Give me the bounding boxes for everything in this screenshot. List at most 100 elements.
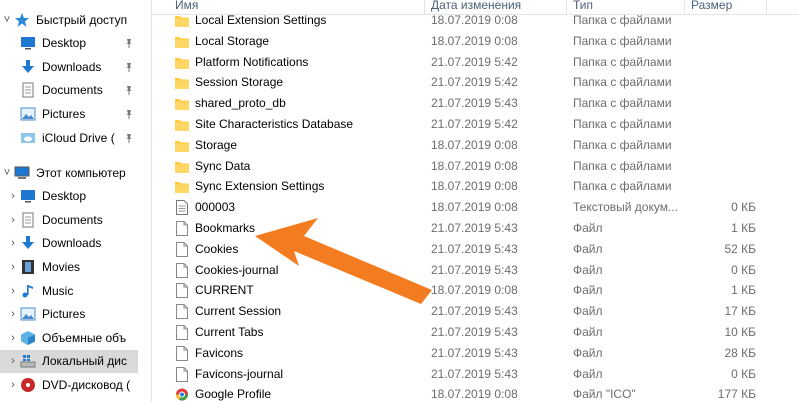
file-type: Файл <box>573 283 603 298</box>
nav-item[interactable]: › Desktop <box>0 185 138 208</box>
file-type: Папка с файлами <box>573 179 672 194</box>
file-type: Файл <box>573 366 603 381</box>
file-row[interactable]: shared_proto_db 21.07.2019 5:43 Папка с фа… <box>152 93 799 114</box>
documents-icon <box>20 212 36 228</box>
file-date: 18.07.2019 0:08 <box>431 283 518 298</box>
nav-item[interactable]: › DVD-дисковод ( <box>0 373 138 396</box>
file-row[interactable]: Platform Notifications 21.07.2019 5:42 Пап… <box>152 52 799 73</box>
file-row[interactable]: Bookmarks 21.07.2019 5:43 Файл 1 КБ <box>152 218 799 239</box>
file-date: 21.07.2019 5:43 <box>431 345 518 360</box>
file-type: Папка с файлами <box>573 75 672 90</box>
file-name: Favicons <box>195 345 244 360</box>
file-name: Current Tabs <box>195 325 264 339</box>
nav-item[interactable]: Downloads <box>0 55 138 78</box>
file-row[interactable]: Sync Extension Settings 18.07.2019 0:08 Па… <box>152 176 799 197</box>
file-name: Cookies-journal <box>195 262 279 277</box>
chevron-icon[interactable]: › <box>6 379 20 391</box>
nav-item-label: Desktop <box>42 36 87 51</box>
nav-item[interactable]: › Объемные объ <box>0 326 138 349</box>
folder-icon <box>175 75 189 90</box>
file-icon <box>175 262 189 278</box>
nav-item[interactable]: › Music <box>0 279 138 302</box>
pictures-icon <box>20 306 36 322</box>
nav-item[interactable]: ˅ Этот компьютер <box>0 161 138 184</box>
file-type: Папка с файлами <box>573 158 672 173</box>
nav-item[interactable]: Desktop <box>0 32 138 55</box>
file-row[interactable]: Cookies-journal 21.07.2019 5:43 Файл 0 КБ <box>152 260 799 281</box>
file-type: Файл <box>573 345 603 360</box>
star-icon <box>14 12 30 28</box>
chevron-icon[interactable]: › <box>6 190 20 202</box>
nav-item[interactable]: › Pictures <box>0 303 138 326</box>
file-row[interactable]: CURRENT 18.07.2019 0:08 Файл 1 КБ <box>152 280 799 301</box>
file-size: 0 КБ <box>731 262 756 277</box>
file-type: Файл <box>573 241 603 256</box>
file-type: Папка с файлами <box>573 117 672 131</box>
file-name: Site Characteristics Database <box>195 117 354 131</box>
file-date: 18.07.2019 0:08 <box>431 200 518 215</box>
file-date: 18.07.2019 0:08 <box>431 13 518 27</box>
file-name: Local Storage <box>195 33 270 48</box>
file-row[interactable]: Site Characteristics Database 21.07.2019 … <box>152 114 799 135</box>
file-size: 52 КБ <box>724 241 756 256</box>
chevron-icon[interactable]: › <box>6 285 20 297</box>
file-row[interactable]: Favicons 21.07.2019 5:43 Файл 28 КБ <box>152 343 799 364</box>
nav-item[interactable]: Pictures <box>0 102 138 125</box>
file-size: 28 КБ <box>724 345 756 360</box>
pin-icon <box>124 38 138 49</box>
file-row[interactable]: Cookies 21.07.2019 5:43 Файл 52 КБ <box>152 239 799 260</box>
file-date: 18.07.2019 0:08 <box>431 33 518 48</box>
file-name: Current Session <box>195 304 282 319</box>
chevron-icon[interactable]: › <box>6 237 20 249</box>
ico-file-icon <box>175 387 189 402</box>
nav-item[interactable]: › Локальный дис <box>0 349 138 373</box>
nav-item-label: Этот компьютер <box>36 165 126 180</box>
nav-item[interactable]: › Documents <box>0 208 138 231</box>
file-date: 18.07.2019 0:08 <box>431 387 518 402</box>
dvd-drive-icon <box>20 377 36 393</box>
file-name: 000003 <box>195 200 236 215</box>
nav-item[interactable]: › Movies <box>0 255 138 278</box>
file-name: Storage <box>195 137 238 152</box>
file-row[interactable]: Session Storage 21.07.2019 5:42 Папка с фа… <box>152 72 799 93</box>
file-row[interactable]: 000003 18.07.2019 0:08 Текстовый докум... 0… <box>152 197 799 218</box>
file-name: Favicons-journal <box>195 366 284 381</box>
folder-icon <box>175 159 189 174</box>
nav-item[interactable]: ˅ Быстрый доступ <box>0 8 138 31</box>
file-row[interactable]: Current Tabs 21.07.2019 5:43 Файл 10 КБ <box>152 322 799 343</box>
chevron-icon[interactable]: › <box>6 332 20 344</box>
file-row[interactable]: Favicons-journal 21.07.2019 5:43 Файл 0 КБ <box>152 364 799 385</box>
file-date: 21.07.2019 5:42 <box>431 54 518 69</box>
nav-item-label: DVD-дисковод ( <box>42 377 131 392</box>
nav-item[interactable]: › Downloads <box>0 232 138 255</box>
file-row[interactable]: Sync Data 18.07.2019 0:08 Папка с файлами <box>152 156 799 177</box>
file-row[interactable]: Current Session 21.07.2019 5:43 Файл 17 КБ <box>152 301 799 322</box>
pin-icon <box>124 85 138 96</box>
file-name: Bookmarks <box>195 221 256 235</box>
file-size: 10 КБ <box>724 325 756 339</box>
music-icon <box>20 283 36 299</box>
chevron-icon[interactable]: › <box>6 355 20 367</box>
file-size: 177 КБ <box>717 387 756 402</box>
nav-item-label: Movies <box>42 259 81 274</box>
folder-icon <box>175 179 189 194</box>
chevron-icon[interactable]: › <box>6 261 20 273</box>
chevron-icon[interactable]: › <box>6 308 20 320</box>
file-row[interactable]: Local Storage 18.07.2019 0:08 Папка с файл… <box>152 31 799 52</box>
nav-item-label: Локальный дис <box>42 354 127 369</box>
chevron-icon[interactable]: ˅ <box>0 167 14 179</box>
file-name: Platform Notifications <box>195 54 309 69</box>
chevron-icon[interactable]: ˅ <box>0 14 14 26</box>
nav-item-label: Documents <box>42 83 103 98</box>
file-row[interactable]: Storage 18.07.2019 0:08 Папка с файлами <box>152 135 799 156</box>
navigation-pane[interactable]: ˅ Быстрый доступ Desktop Downloads Documents… <box>0 0 138 402</box>
pin-icon <box>124 62 138 72</box>
chevron-icon[interactable]: › <box>6 214 20 226</box>
file-name: Local Extension Settings <box>195 13 327 27</box>
nav-item[interactable]: Documents <box>0 79 138 102</box>
file-type: Файл <box>573 304 603 319</box>
file-row[interactable]: Local Extension Settings 18.07.2019 0:08 П… <box>152 10 799 31</box>
file-size: 0 КБ <box>731 366 756 381</box>
nav-item[interactable]: iCloud Drive ( <box>0 126 138 149</box>
pin-icon <box>124 109 138 119</box>
